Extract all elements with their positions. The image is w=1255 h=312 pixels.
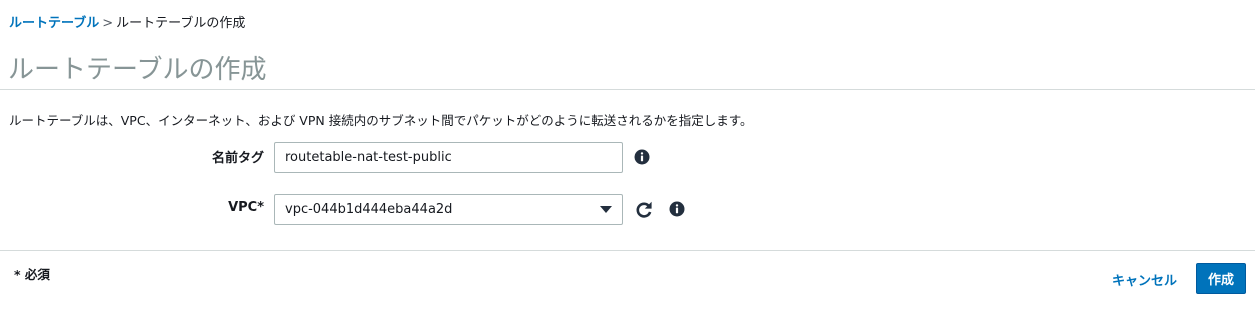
- vpc-select[interactable]: vpc-044b1d444eba44a2d: [274, 194, 623, 225]
- name-tag-label: 名前タグ: [211, 151, 264, 166]
- footer-divider: [0, 250, 1255, 251]
- title-divider: [0, 89, 1255, 90]
- vpc-selected-value: vpc-044b1d444eba44a2d: [285, 202, 453, 217]
- caret-down-icon: [600, 206, 612, 213]
- page-title: ルートテーブルの作成: [8, 55, 267, 85]
- info-icon[interactable]: [634, 149, 650, 165]
- vpc-label: VPC*: [228, 200, 264, 215]
- breadcrumb-separator: >: [102, 16, 114, 31]
- name-tag-input[interactable]: [274, 142, 623, 173]
- breadcrumb: ルートテーブル > ルートテーブルの作成: [9, 15, 245, 33]
- breadcrumb-route-tables-link[interactable]: ルートテーブル: [9, 16, 99, 31]
- page-description: ルートテーブルは、VPC、インターネット、および VPN 接続内のサブネット間で…: [9, 113, 753, 128]
- info-icon[interactable]: [669, 201, 685, 217]
- refresh-icon[interactable]: [634, 200, 654, 220]
- required-note: * 必須: [14, 267, 50, 282]
- breadcrumb-current: ルートテーブルの作成: [116, 16, 246, 31]
- cancel-button[interactable]: キャンセル: [1112, 270, 1177, 289]
- create-button[interactable]: 作成: [1196, 263, 1246, 294]
